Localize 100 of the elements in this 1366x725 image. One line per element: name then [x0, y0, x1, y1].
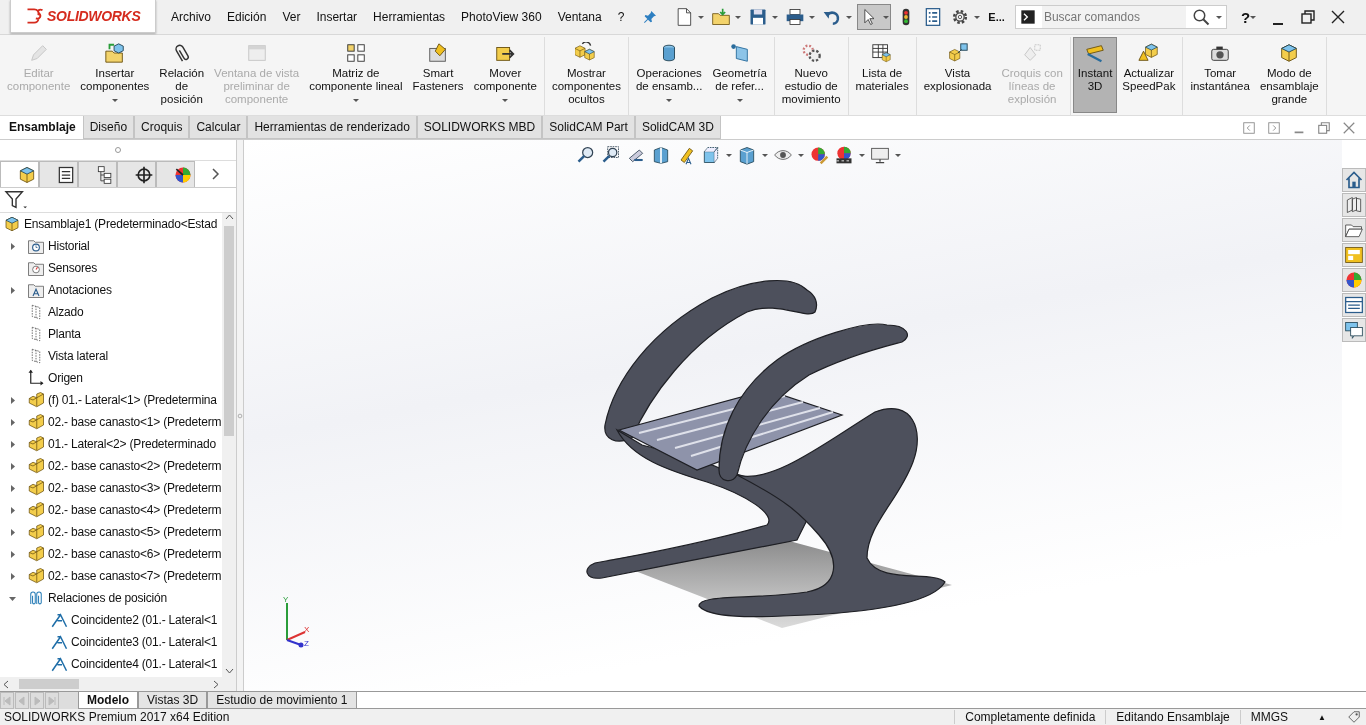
caret-icon[interactable]: [502, 99, 509, 102]
caret-icon[interactable]: [1215, 15, 1222, 19]
ribbon-button[interactable]: Mostrar componentes ocultos: [546, 37, 626, 113]
scroll-right-icon[interactable]: [211, 679, 220, 689]
ribbon-tab[interactable]: Herramientas de renderizado: [247, 116, 417, 139]
pin-icon[interactable]: [642, 9, 659, 25]
tree-item[interactable]: 02.- base canasto<4> (Predeterm: [48, 503, 222, 517]
task-pane-tab[interactable]: [1342, 318, 1366, 342]
ribbon-button[interactable]: Matriz de componente lineal: [304, 37, 408, 113]
ribbon-tab[interactable]: Diseño: [82, 116, 135, 139]
menu-item[interactable]: Ver: [282, 10, 301, 24]
zoom-fit-icon[interactable]: [575, 145, 596, 165]
tree-item[interactable]: Sensores: [48, 261, 98, 275]
ribbon-button[interactable]: Operaciones de ensamb...: [630, 37, 708, 113]
caret-icon[interactable]: [974, 15, 981, 19]
collapsed-arrow-icon[interactable]: [8, 505, 17, 515]
tree-item[interactable]: 02.- base canasto<7> (Predeterm: [48, 569, 222, 583]
collapsed-arrow-icon[interactable]: [8, 395, 17, 405]
collapsed-arrow-icon[interactable]: [8, 461, 17, 471]
collapsed-arrow-icon[interactable]: [8, 527, 17, 537]
collapsed-arrow-icon[interactable]: [8, 549, 17, 559]
units-menu-arrow[interactable]: ▲: [1318, 712, 1326, 722]
ribbon-tab[interactable]: SolidCAM Part: [542, 116, 635, 139]
collapsed-arrow-icon[interactable]: [8, 285, 17, 295]
ribbon-tab[interactable]: Croquis: [134, 116, 190, 139]
ribbon-tab[interactable]: Calcular: [189, 116, 248, 139]
task-pane-tab[interactable]: [1342, 243, 1366, 267]
splitter-grip-icon[interactable]: [237, 411, 243, 420]
caret-icon[interactable]: [111, 99, 118, 102]
caret-icon[interactable]: [894, 153, 901, 157]
logo-button[interactable]: SOLIDWORKS: [10, 0, 156, 33]
horizontal-scrollbar[interactable]: [0, 677, 236, 691]
model-tab[interactable]: Modelo: [78, 692, 138, 709]
tree-item[interactable]: 02.- base canasto<2> (Predeterm: [48, 459, 222, 473]
monitor-icon[interactable]: [869, 145, 890, 165]
tree-item[interactable]: Planta: [48, 327, 81, 341]
search-icon[interactable]: [1191, 8, 1210, 26]
caret-icon[interactable]: [666, 99, 673, 102]
tree-item[interactable]: 02.- base canasto<5> (Predeterm: [48, 525, 222, 539]
ribbon-button[interactable]: Tomar instantánea: [1185, 37, 1255, 113]
task-pane-tab[interactable]: [1342, 193, 1366, 217]
tree-item[interactable]: Origen: [48, 371, 83, 385]
overflow-label[interactable]: E...: [988, 11, 1005, 23]
ribbon-button[interactable]: Modo de ensamblaje grande: [1254, 37, 1324, 113]
ribbon-button[interactable]: Geometría de refer...: [707, 37, 772, 113]
caret-icon[interactable]: [736, 99, 743, 102]
ribbon-button[interactable]: Nuevo estudio de movimiento: [776, 37, 846, 113]
menu-item[interactable]: Herramientas: [373, 10, 446, 24]
caret-icon[interactable]: [725, 153, 732, 157]
ribbon-tab[interactable]: SolidCAM 3D: [634, 116, 721, 139]
ribbon-button[interactable]: Actualizar SpeedPak: [1117, 37, 1181, 113]
tree-item[interactable]: Vista lateral: [48, 349, 108, 363]
panel-tab[interactable]: [117, 161, 156, 187]
task-pane-tab[interactable]: [1342, 168, 1366, 192]
task-pane-tab[interactable]: [1342, 218, 1366, 242]
tree-item[interactable]: Anotaciones: [48, 283, 112, 297]
tree-item[interactable]: Relaciones de posición: [48, 591, 167, 605]
tree-item[interactable]: 02.- base canasto<3> (Predeterm: [48, 481, 222, 495]
caret-icon[interactable]: [735, 15, 742, 19]
ribbon-button[interactable]: Lista de materiales: [850, 37, 914, 113]
scroll-down-icon[interactable]: [224, 666, 234, 675]
ribbon-button[interactable]: Vista explosionada: [918, 37, 997, 113]
collapsed-arrow-icon[interactable]: [8, 241, 17, 251]
vertical-scrollbar[interactable]: [222, 213, 236, 677]
caret-icon[interactable]: [883, 15, 890, 19]
collapsed-arrow-icon[interactable]: [8, 417, 17, 427]
caret-icon[interactable]: [352, 99, 359, 102]
menu-item[interactable]: Ventana: [557, 10, 602, 24]
model-tab[interactable]: Estudio de movimiento 1: [207, 692, 357, 709]
task-pane-tab[interactable]: [1342, 268, 1366, 292]
grip-icon[interactable]: [114, 146, 122, 154]
ribbon-button[interactable]: Smart Fasteners: [407, 37, 469, 113]
panel-tab[interactable]: [39, 161, 78, 187]
ribbon-button[interactable]: Instant 3D: [1072, 37, 1118, 113]
task-pane-tab[interactable]: [1342, 293, 1366, 317]
tree-item[interactable]: 01.- Lateral<2> (Predeterminado: [48, 437, 216, 451]
ribbon-tab[interactable]: SOLIDWORKS MBD: [416, 116, 543, 139]
collapsed-arrow-icon[interactable]: [8, 571, 17, 581]
caret-icon[interactable]: [698, 15, 705, 19]
caret-icon[interactable]: [797, 153, 804, 157]
tree-item[interactable]: (f) 01.- Lateral<1> (Predetermina: [48, 393, 217, 407]
collapsed-arrow-icon[interactable]: [8, 439, 17, 449]
menu-item[interactable]: Insertar: [316, 10, 358, 24]
tree-item[interactable]: 02.- base canasto<6> (Predeterm: [48, 547, 222, 561]
menu-item[interactable]: ?: [617, 10, 625, 24]
help-button[interactable]: ?: [1240, 8, 1251, 26]
tree-item[interactable]: Ensamblaje1 (Predeterminado<Estad: [24, 217, 218, 231]
ribbon-button[interactable]: Relación de posición: [154, 37, 210, 113]
search-field[interactable]: Buscar comandos: [1014, 5, 1227, 29]
panel-tab[interactable]: [0, 161, 39, 187]
panel-tab[interactable]: [78, 161, 117, 187]
caret-icon[interactable]: [858, 153, 865, 157]
tree-item[interactable]: Coincidente3 (01.- Lateral<1: [71, 635, 218, 649]
chevron-right-icon[interactable]: [210, 167, 220, 181]
ribbon-button[interactable]: Insertar componentes: [75, 37, 155, 113]
scroll-left-icon[interactable]: [2, 679, 11, 689]
close-icon[interactable]: [1330, 9, 1347, 25]
caret-icon[interactable]: [846, 15, 853, 19]
tree-item[interactable]: Alzado: [48, 305, 84, 319]
scroll-up-icon[interactable]: [224, 213, 234, 222]
